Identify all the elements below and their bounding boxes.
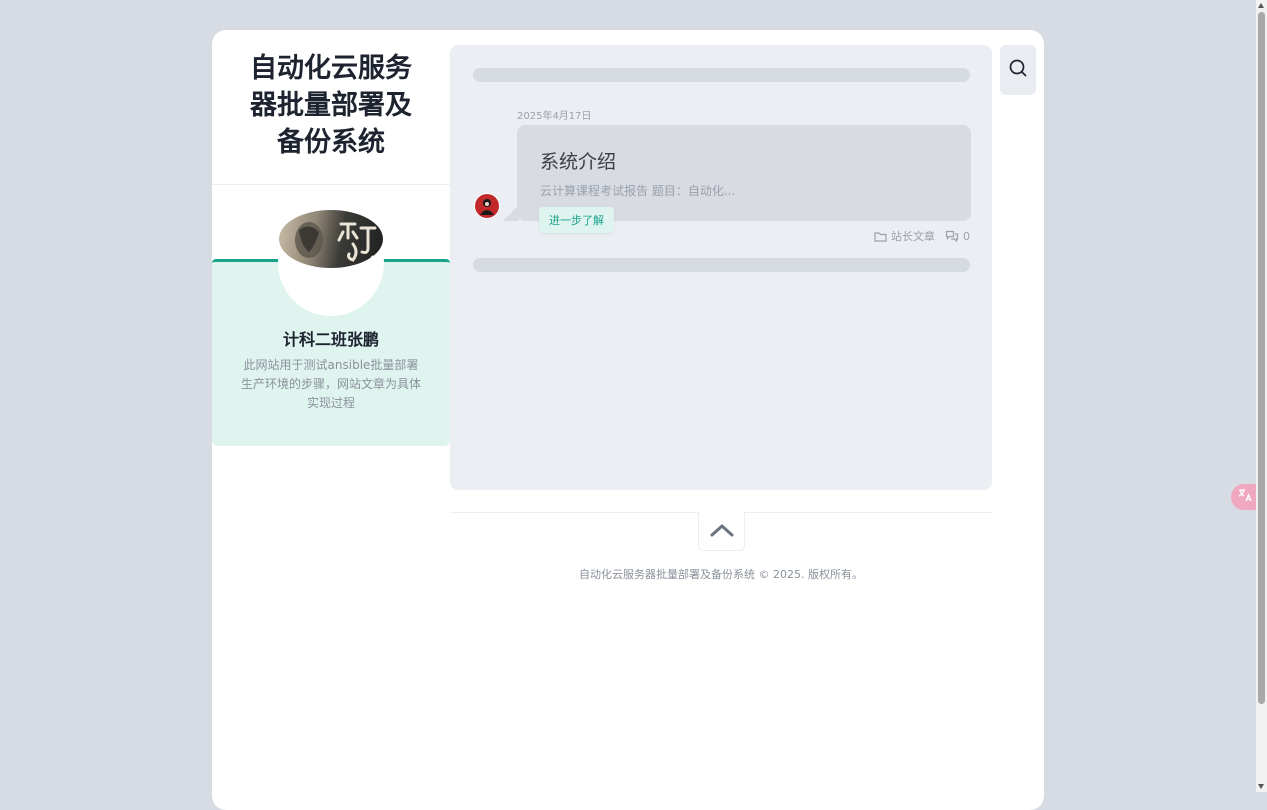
back-to-top-button[interactable] [698,512,745,551]
divider [212,184,450,185]
footer-copyright: 自动化云服务器批量部署及备份系统 © 2025. 版权所有。 [579,568,863,581]
scroll-down-arrow-icon[interactable] [1258,784,1264,789]
profile-bio: 此网站用于测试ansible批量部署生产环境的步骤，网站文章为具体实现过程 [240,358,421,410]
comments-icon [945,230,959,242]
read-more-button[interactable]: 进一步了解 [539,207,614,233]
search-button[interactable] [1000,45,1036,95]
post-date: 2025年4月17日 [517,111,592,122]
folder-icon [874,231,887,242]
avatar-image [295,222,377,262]
loading-placeholder [473,68,970,82]
page-card: 自动化云服务器批量部署及备份系统 计科二班张鹏 此网站用于测试ansible批量… [212,30,1044,810]
post-excerpt: 云计算课程考试报告 题目：自动化... [540,184,736,198]
comment-count[interactable]: 0 [963,230,970,243]
page-scrollbar[interactable] [1256,0,1267,792]
avatar[interactable] [279,210,383,268]
post-meta: 站长文章 0 [874,228,970,244]
search-icon [1008,58,1028,82]
post-list: 2025年4月17日 系统介绍 云计算课程考试报告 题目：自动化... 进一步了… [450,45,992,490]
author-avatar-image [475,194,499,218]
post-author-avatar[interactable] [474,193,500,219]
post-title[interactable]: 系统介绍 [540,147,616,174]
chevron-up-icon [710,522,734,541]
profile-name: 计科二班张鹏 [282,330,379,349]
sidebar: 自动化云服务器批量部署及备份系统 计科二班张鹏 此网站用于测试ansible批量… [212,30,450,810]
scroll-thumb[interactable] [1258,12,1265,704]
loading-placeholder [473,258,970,272]
scroll-up-arrow-icon[interactable] [1258,3,1264,8]
post-category[interactable]: 站长文章 [891,228,935,244]
site-title[interactable]: 自动化云服务器批量部署及备份系统 [212,30,450,161]
translate-icon [1237,487,1253,507]
